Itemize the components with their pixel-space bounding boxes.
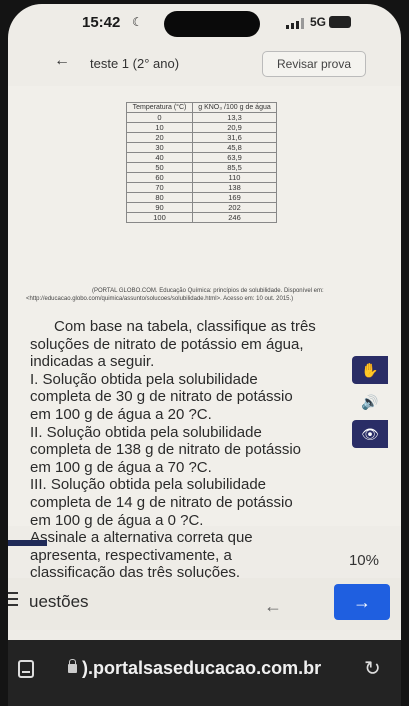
review-test-button[interactable]: Revisar prova	[262, 51, 366, 77]
question-line: indicadas a seguir.	[30, 353, 155, 371]
question-line: completa de 14 g de nitrato de potássio	[30, 493, 293, 511]
table-cell-temperature: 40	[126, 152, 193, 163]
table-cell-temperature: 100	[126, 212, 193, 223]
table-row: 50 85,5	[126, 162, 277, 173]
table-row: 60 110	[126, 172, 277, 183]
table-cell-temperature: 50	[126, 162, 193, 173]
reload-icon[interactable]: ↻	[364, 656, 381, 681]
sign-language-icon[interactable]: ✋	[352, 356, 388, 384]
table-row: 80 169	[126, 192, 277, 203]
questions-nav: uestões ← →	[8, 578, 401, 630]
battery-icon	[329, 16, 351, 28]
question-line: em 100 g de água a 0 ?C.	[30, 511, 204, 529]
table-cell-temperature: 30	[126, 142, 193, 153]
text-to-speech-icon[interactable]: 🔊	[352, 388, 388, 416]
table-cell-temperature: 0	[126, 112, 193, 123]
table-header-temperature: Temperatura (°C)	[126, 102, 193, 113]
table-cell-solubility: 31,6	[192, 132, 277, 143]
table-row: 10 20,9	[126, 122, 277, 133]
list-icon[interactable]	[8, 592, 18, 606]
browser-url-bar: ).portalsaseducacao.com.br ↻	[8, 640, 401, 706]
question-line: completa de 30 g de nitrato de potássio	[30, 388, 293, 406]
table-cell-solubility: 13,3	[192, 112, 277, 123]
back-arrow-icon[interactable]: ←	[54, 52, 70, 70]
table-cell-temperature: 20	[126, 132, 193, 143]
question-line: II. Solução obtida pela solubilidade	[30, 423, 262, 441]
question-line: apresenta, respectivamente, a	[30, 546, 232, 564]
table-row: 30 45,8	[126, 142, 277, 153]
table-source-line1: (PORTAL GLOBO.COM. Educação Química: pri…	[92, 288, 324, 294]
table-cell-solubility: 138	[192, 182, 277, 193]
url-text[interactable]: ).portalsaseducacao.com.br	[82, 658, 321, 679]
table-cell-solubility: 246	[192, 212, 277, 223]
phone-screen: 15:42 ☾ 5G ← teste 1 (2° ano) Revisar pr…	[8, 4, 401, 706]
next-question-button[interactable]: →	[334, 584, 390, 620]
question-line: completa de 138 g de nitrato de potássio	[30, 441, 302, 459]
table-cell-solubility: 85,5	[192, 162, 277, 173]
solubility-table: Temperatura (°C) g KNO₃ /100 g de água 0…	[126, 102, 277, 223]
status-time: 15:42	[82, 14, 121, 31]
table-source-line2: <http://educacao.globo.com/quimica/assun…	[26, 296, 294, 302]
moon-icon: ☾	[132, 15, 143, 29]
table-cell-solubility: 20,9	[192, 122, 277, 133]
question-line: I. Solução obtida pela solubilidade	[30, 370, 258, 388]
table-cell-solubility: 169	[192, 192, 277, 203]
question-line: em 100 g de água a 70 ?C.	[30, 458, 212, 476]
progress-bar	[8, 540, 401, 548]
table-cell-temperature: 70	[126, 182, 193, 193]
questions-label[interactable]: uestões	[29, 592, 89, 612]
progress-percent: 10%	[348, 552, 379, 569]
question-line: III. Solução obtida pela solubilidade	[30, 476, 267, 494]
tabs-icon[interactable]	[18, 660, 34, 678]
question-content: Temperatura (°C) g KNO₃ /100 g de água 0…	[8, 86, 401, 581]
table-row: 40 63,9	[126, 152, 277, 163]
question-line: em 100 g de água a 20 ?C.	[30, 405, 212, 423]
table-cell-solubility: 63,9	[192, 152, 277, 163]
dynamic-island	[164, 11, 260, 37]
visibility-icon[interactable]: 👁	[352, 420, 388, 448]
table-cell-solubility: 45,8	[192, 142, 277, 153]
table-row: 100 246	[126, 212, 277, 223]
table-row: 0 13,3	[126, 112, 277, 123]
table-row: 70 138	[126, 182, 277, 193]
network-type: 5G	[310, 15, 327, 29]
lock-icon	[68, 659, 77, 673]
question-line: soluções de nitrato de potássio em água,	[30, 335, 304, 353]
page-header: ← teste 1 (2° ano) Revisar prova	[8, 46, 401, 82]
status-bar: 15:42 ☾ 5G	[8, 4, 401, 42]
signal-icon	[286, 18, 306, 29]
question-line: Com base na tabela, classifique as três	[54, 318, 316, 335]
table-cell-temperature: 60	[126, 172, 193, 183]
progress-fill	[8, 540, 48, 546]
table-row: 90 202	[126, 202, 277, 213]
table-cell-temperature: 80	[126, 192, 193, 203]
page-title: teste 1 (2° ano)	[90, 56, 180, 71]
table-cell-temperature: 90	[126, 202, 193, 213]
table-cell-temperature: 10	[126, 122, 193, 133]
table-row: 20 31,6	[126, 132, 277, 143]
table-cell-solubility: 110	[192, 172, 277, 183]
previous-question-button[interactable]: ←	[264, 596, 282, 617]
table-header-solubility: g KNO₃ /100 g de água	[192, 102, 277, 113]
table-cell-solubility: 202	[192, 202, 277, 213]
